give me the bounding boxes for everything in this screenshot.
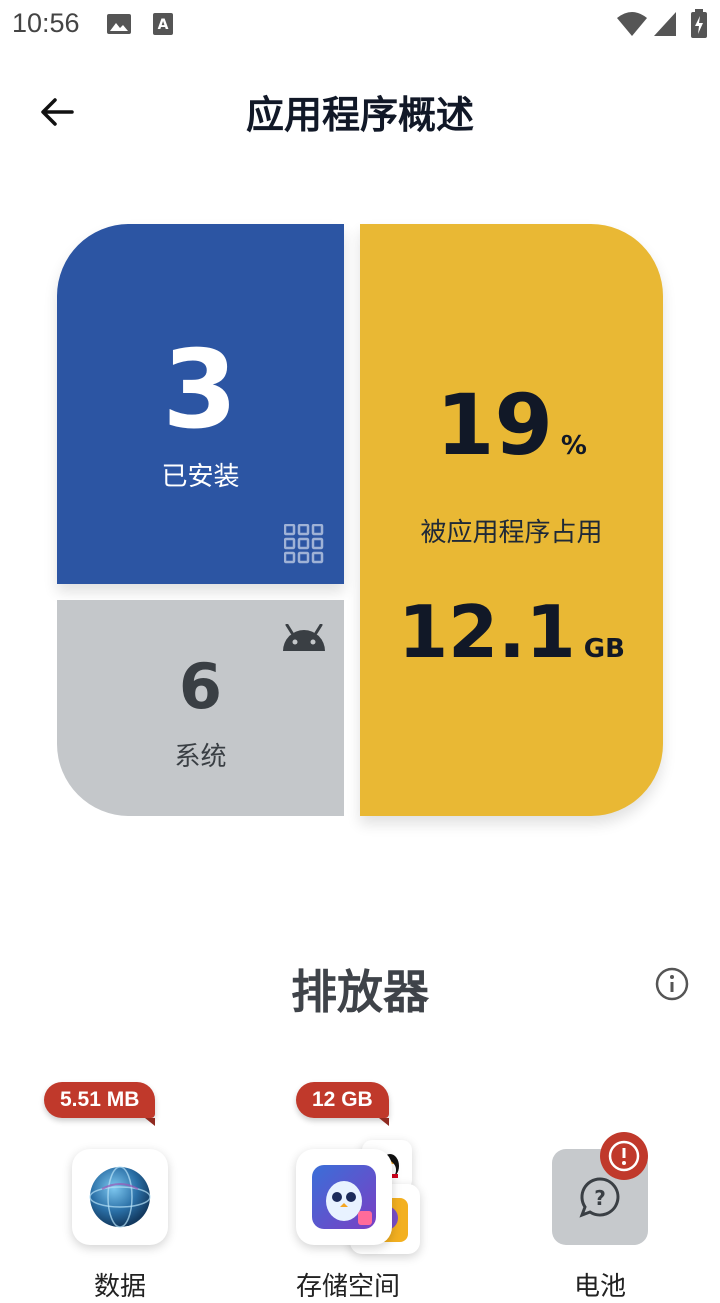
data-usage-badge: 5.51 MB xyxy=(44,1082,156,1126)
storage-size: 12.1 GB xyxy=(360,590,663,674)
section-title: 排放器 xyxy=(291,965,429,1019)
svg-text:?: ? xyxy=(594,1186,606,1210)
game-app-stack-icon xyxy=(312,1165,376,1229)
text-a-icon: A xyxy=(153,13,173,35)
info-icon[interactable] xyxy=(654,966,690,1002)
storage-usage-badge: 12 GB xyxy=(296,1082,389,1126)
storage-label-text: 存储空间 xyxy=(295,1272,400,1302)
storage-size-unit: GB xyxy=(583,634,625,664)
wifi-icon xyxy=(617,12,647,36)
installed-count: 3 xyxy=(162,328,238,453)
status-time: 10:56 xyxy=(12,8,80,38)
battery-label: 电池 xyxy=(573,1272,626,1302)
system-label: 系统 xyxy=(174,742,227,772)
svg-text:A: A xyxy=(158,17,169,33)
installed-label: 已安装 xyxy=(161,462,240,492)
storage-label: 被应用程序占用 xyxy=(420,518,603,548)
page-title: 应用程序概述 xyxy=(245,93,474,137)
storage-percent-value: 19 xyxy=(436,376,553,474)
storage-size-value: 12.1 xyxy=(398,590,576,674)
image-icon xyxy=(107,14,131,34)
storage-drainer-tile[interactable] xyxy=(296,1149,392,1245)
status-bar: 10:56 A xyxy=(0,0,720,48)
storage-percent: 19% xyxy=(360,376,663,474)
data-drainer-tile[interactable] xyxy=(72,1149,168,1245)
system-count: 6 xyxy=(178,650,223,723)
signal-icon xyxy=(654,12,676,36)
grid-icon xyxy=(284,524,324,564)
alert-icon xyxy=(600,1132,648,1180)
data-label: 数据 xyxy=(93,1272,146,1302)
android-icon xyxy=(283,624,325,651)
globe-app-icon xyxy=(89,1166,151,1228)
battery-icon xyxy=(691,9,707,38)
storage-percent-unit: % xyxy=(560,431,587,461)
